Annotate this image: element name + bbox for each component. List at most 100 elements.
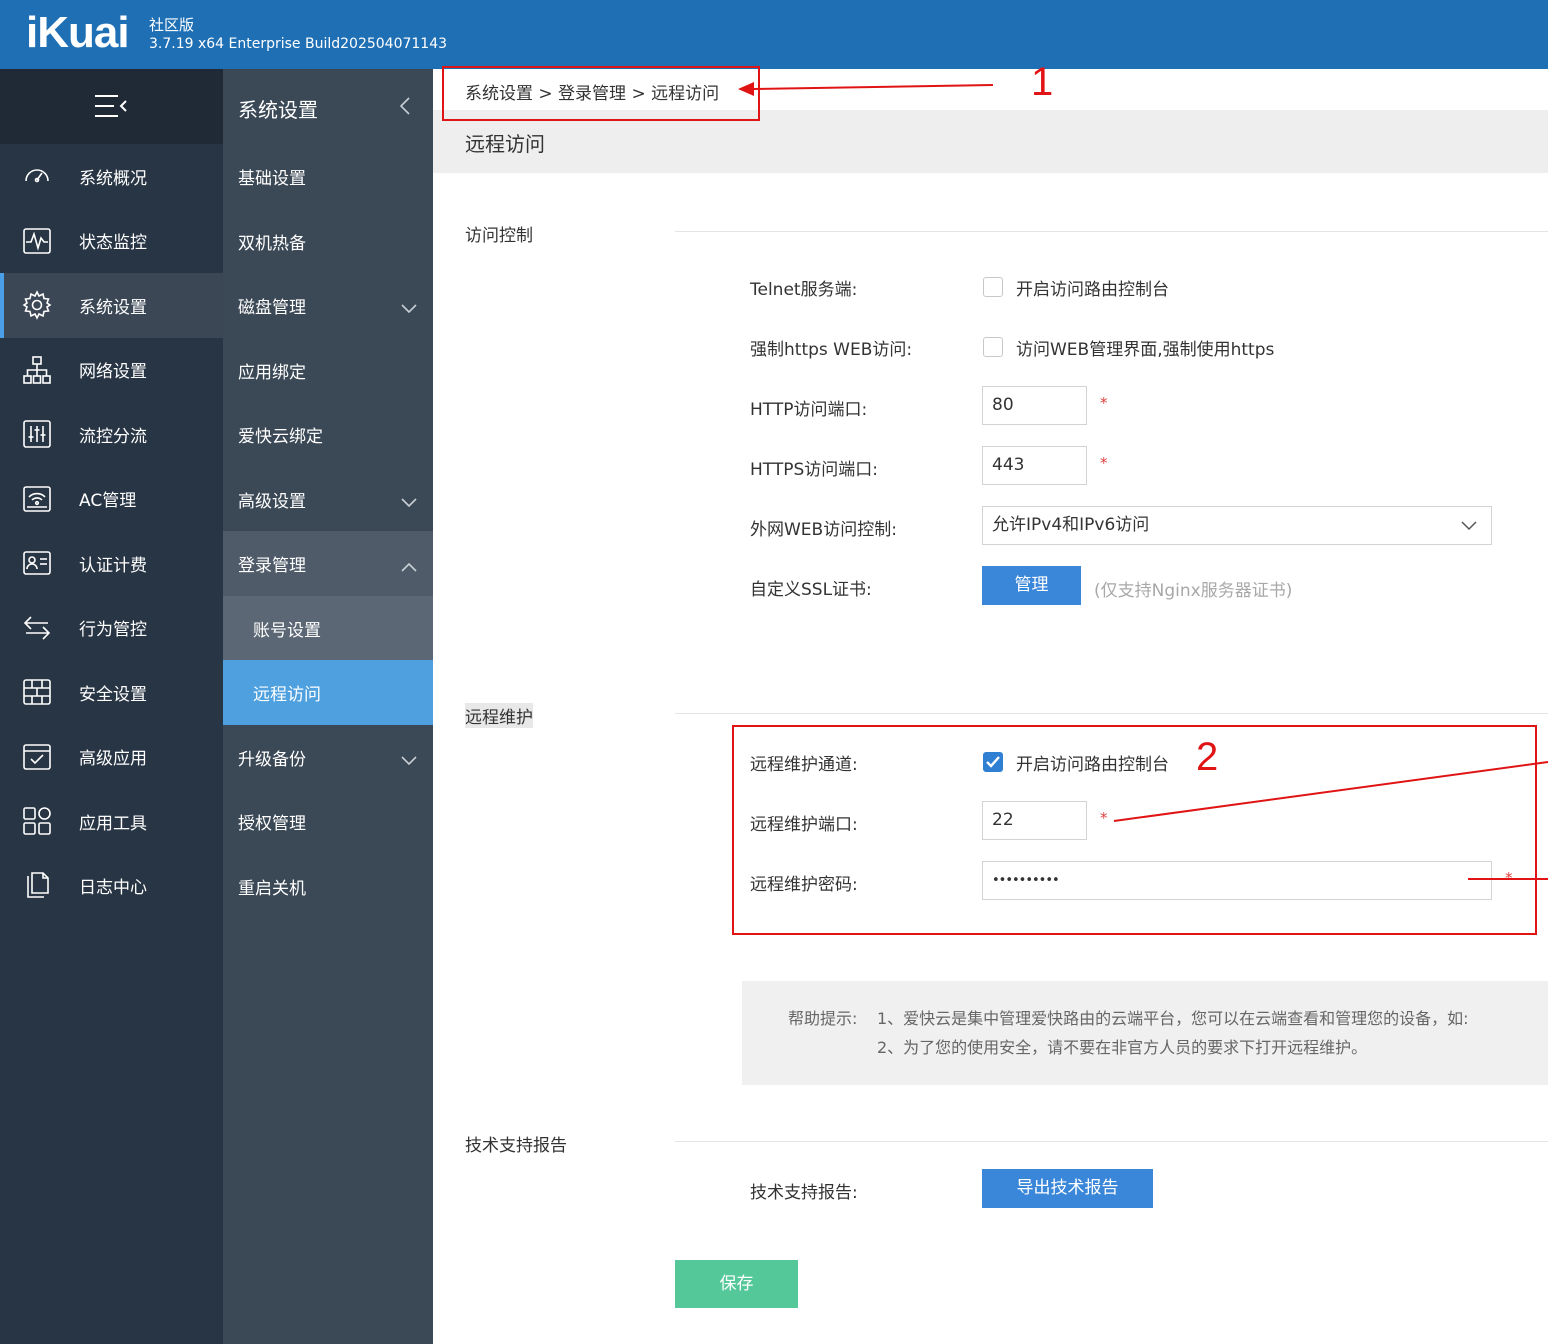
submenu-item-5[interactable]: 高级设置 xyxy=(223,467,433,532)
section-divider xyxy=(675,231,1548,232)
submenu-item-label: 磁盘管理 xyxy=(238,298,306,318)
files-icon xyxy=(22,871,52,901)
sidebar-item-label: 流控分流 xyxy=(79,426,147,447)
sidebar-item-4[interactable]: 流控分流 xyxy=(0,402,223,467)
gear-icon xyxy=(22,290,52,320)
help-tips-box: 帮助提示: 1、爱快云是集中管理爱快路由的云端平台，您可以在云端查看和管理您的设… xyxy=(742,981,1548,1085)
sidebar-item-2[interactable]: 系统设置 xyxy=(0,273,223,338)
secondary-sidebar-title: 系统设置 xyxy=(238,98,318,122)
sidebar-item-label: 安全设置 xyxy=(79,684,147,705)
chevron-down-icon xyxy=(401,751,417,765)
build-version: 3.7.19 x64 Enterprise Build202504071143 xyxy=(149,36,448,52)
sidebar-item-5[interactable]: AC管理 xyxy=(0,467,223,532)
sidebar-item-0[interactable]: 系统概况 xyxy=(0,144,223,209)
required-mark: * xyxy=(1100,394,1108,412)
swap-icon xyxy=(22,613,52,643)
sidebar-item-label: 认证计费 xyxy=(79,555,147,576)
submenu-item-label: 授权管理 xyxy=(238,814,306,834)
submenu-item-label: 基础设置 xyxy=(238,169,306,189)
submenu-item-label: 账号设置 xyxy=(253,620,321,641)
sidebar-toggle-area xyxy=(0,69,223,144)
chevron-up-icon xyxy=(401,557,417,572)
wifi-icon xyxy=(22,484,52,514)
sidebar-item-label: 网络设置 xyxy=(79,362,147,383)
submenu-item-0[interactable]: 基础设置 xyxy=(223,144,433,209)
export-tech-report-button[interactable]: 导出技术报告 xyxy=(982,1169,1153,1208)
apps-icon xyxy=(22,806,52,836)
sidebar-item-label: 状态监控 xyxy=(79,233,147,254)
https-port-input[interactable]: 443 xyxy=(982,446,1087,485)
sidebar-item-8[interactable]: 安全设置 xyxy=(0,660,223,725)
submenu-item-3[interactable]: 应用绑定 xyxy=(223,338,433,403)
telnet-checkbox[interactable] xyxy=(983,277,1003,297)
submenu-item-2[interactable]: 磁盘管理 xyxy=(223,273,433,338)
submenu-item-10[interactable]: 授权管理 xyxy=(223,789,433,854)
network-icon xyxy=(22,355,52,385)
save-button[interactable]: 保存 xyxy=(675,1260,798,1308)
force-https-checkbox-text: 访问WEB管理界面,强制使用https xyxy=(1016,340,1275,360)
sidebar-item-label: 行为管控 xyxy=(79,620,147,641)
help-tips-prefix: 帮助提示: xyxy=(788,1009,858,1028)
submenu-item-4[interactable]: 爱快云绑定 xyxy=(223,402,433,467)
sidebar-item-9[interactable]: 高级应用 xyxy=(0,725,223,790)
https-port-label: HTTPS访问端口: xyxy=(750,460,879,480)
secondary-sidebar: 系统设置 基础设置双机热备磁盘管理应用绑定爱快云绑定高级设置 登录管理账号设置远程… xyxy=(223,69,433,1344)
sidebar-item-label: 系统概况 xyxy=(79,168,147,189)
ikuai-logo: iKuai xyxy=(26,8,130,57)
submenu-item-7[interactable]: 账号设置 xyxy=(223,595,433,660)
primary-sidebar: 系统概况状态监控系统设置网络设置流控分流 AC管理认证计费行为管控安全设置高级应用… xyxy=(0,69,223,1344)
submenu-item-label: 爱快云绑定 xyxy=(238,427,323,447)
ssl-manage-button[interactable]: 管理 xyxy=(982,566,1081,605)
dashboard-icon xyxy=(22,161,52,191)
ssl-cert-label: 自定义SSL证书: xyxy=(750,580,872,600)
submenu-item-8[interactable]: 远程访问 xyxy=(223,660,433,725)
submenu-item-label: 双机热备 xyxy=(238,233,306,254)
http-port-input[interactable]: 80 xyxy=(982,386,1087,425)
telnet-checkbox-text: 开启访问路由控制台 xyxy=(1016,280,1169,300)
annotation-number-2: 2 xyxy=(1196,735,1219,779)
sidebar-item-7[interactable]: 行为管控 xyxy=(0,596,223,661)
submenu-item-label: 重启关机 xyxy=(238,878,306,899)
sidebar-item-6[interactable]: 认证计费 xyxy=(0,531,223,596)
annotation-box-2 xyxy=(732,725,1537,935)
sidebar-item-label: AC管理 xyxy=(79,491,137,512)
submenu-item-label: 应用绑定 xyxy=(238,362,306,383)
section-access-control: 访问控制 xyxy=(465,226,533,246)
sidebar-item-11[interactable]: 日志中心 xyxy=(0,854,223,919)
annotation-box-1 xyxy=(442,66,760,121)
section-divider xyxy=(675,1141,1548,1142)
submenu-item-1[interactable]: 双机热备 xyxy=(223,209,433,274)
menu-collapse-icon[interactable] xyxy=(94,93,128,119)
submenu-item-11[interactable]: 重启关机 xyxy=(223,854,433,919)
wan-web-access-select[interactable]: 允许IPv4和IPv6访问 xyxy=(982,506,1492,545)
sidebar-item-1[interactable]: 状态监控 xyxy=(0,209,223,274)
ssl-cert-hint: (仅支持Nginx服务器证书) xyxy=(1094,581,1293,601)
submenu-item-label: 升级备份 xyxy=(238,749,306,770)
tech-report-label: 技术支持报告: xyxy=(750,1183,858,1203)
telnet-label: Telnet服务端: xyxy=(750,280,858,300)
sidebar-item-label: 高级应用 xyxy=(79,749,147,770)
wan-web-access-value: 允许IPv4和IPv6访问 xyxy=(992,515,1150,535)
sidebar-item-label: 应用工具 xyxy=(79,813,147,834)
chevron-down-icon xyxy=(401,493,417,507)
chevron-left-icon[interactable] xyxy=(399,97,411,115)
page-title: 远程访问 xyxy=(465,132,545,156)
sidebar-item-3[interactable]: 网络设置 xyxy=(0,338,223,403)
http-port-label: HTTP访问端口: xyxy=(750,400,868,420)
section-tech-report: 技术支持报告 xyxy=(465,1136,567,1156)
section-divider xyxy=(675,713,1548,714)
main-content: 系统设置 > 登录管理 > 远程访问 远程访问 访问控制 Telnet服务端: … xyxy=(433,69,1548,1344)
section-remote-maintenance: 远程维护 xyxy=(465,703,533,728)
sidebar-item-label: 日志中心 xyxy=(79,878,147,899)
sidebar-item-10[interactable]: 应用工具 xyxy=(0,789,223,854)
firewall-icon xyxy=(22,677,52,707)
submenu-item-9[interactable]: 升级备份 xyxy=(223,725,433,790)
monitor-icon xyxy=(22,226,52,256)
secondary-sidebar-header: 系统设置 xyxy=(223,69,433,144)
force-https-checkbox[interactable] xyxy=(983,337,1003,357)
id-card-icon xyxy=(22,548,52,578)
wan-web-access-label: 外网WEB访问控制: xyxy=(750,520,897,540)
annotation-number-1: 1 xyxy=(1031,60,1054,104)
submenu-item-6[interactable]: 登录管理 xyxy=(223,531,433,596)
sidebar-item-label: 系统设置 xyxy=(79,297,147,318)
